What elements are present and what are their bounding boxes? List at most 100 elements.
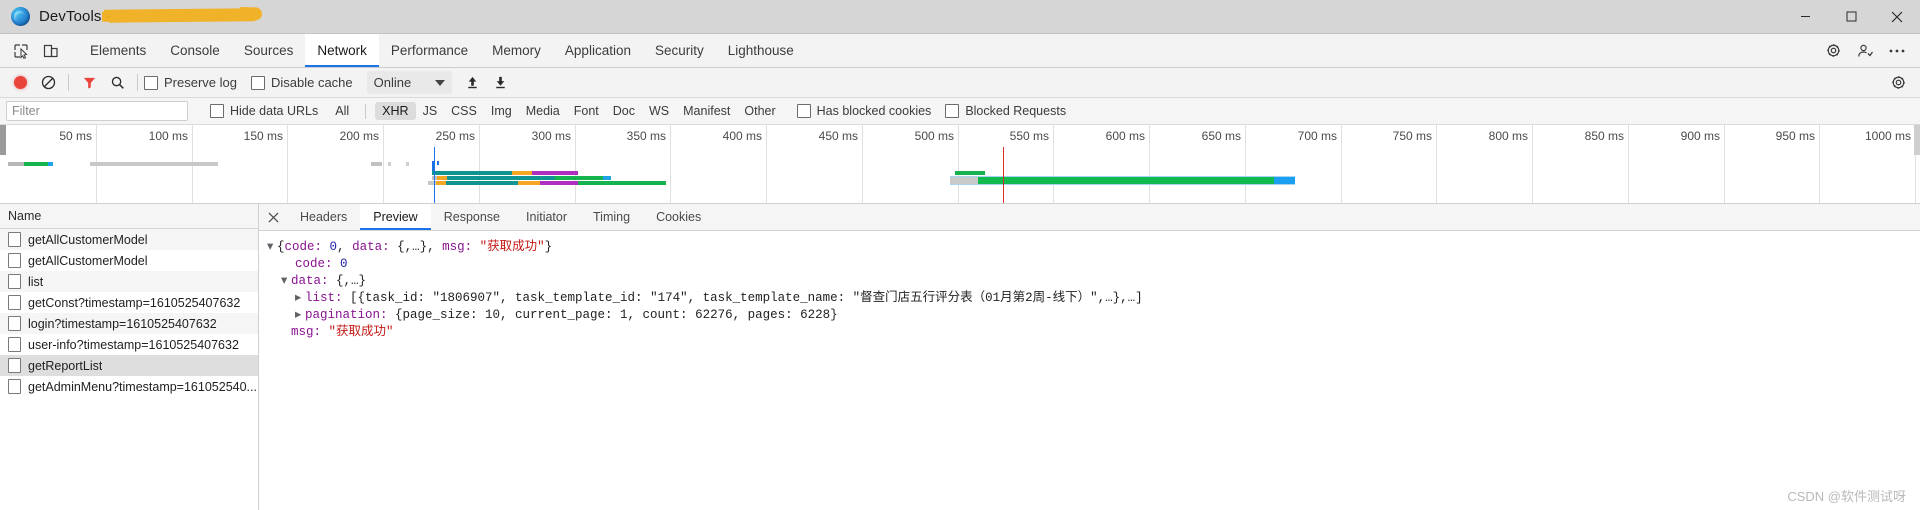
- request-name: getReportList: [28, 358, 103, 373]
- json-pagination-line[interactable]: pagination: {page_size: 10, current_page…: [267, 307, 1920, 324]
- filter-type-other[interactable]: Other: [737, 102, 782, 120]
- json-key: pagination:: [305, 308, 396, 322]
- json-root-line[interactable]: {code: 0, data: {,…}, msg: "获取成功"}: [267, 239, 1920, 256]
- tab-application[interactable]: Application: [553, 34, 643, 67]
- timeline-ruler: 50 ms 100 ms 150 ms 200 ms 250 ms 300 ms 350 m…: [0, 125, 1920, 203]
- hide-data-urls-checkbox[interactable]: Hide data URLs: [210, 104, 318, 118]
- overview-right-handle[interactable]: [1914, 125, 1920, 155]
- search-button[interactable]: [103, 69, 131, 97]
- record-button[interactable]: [6, 69, 34, 97]
- detail-tab-cookies[interactable]: Cookies: [643, 204, 714, 230]
- timeline-gridline: [1436, 125, 1437, 203]
- json-sep: ,: [337, 240, 353, 254]
- filter-type-js[interactable]: JS: [416, 102, 445, 120]
- request-row[interactable]: getConst?timestamp=1610525407632: [0, 292, 258, 313]
- filter-type-xhr[interactable]: XHR: [375, 102, 416, 120]
- detail-tab-preview[interactable]: Preview: [360, 204, 432, 230]
- import-har-button[interactable]: [458, 69, 486, 97]
- timeline-tick-label: 250 ms: [435, 129, 475, 143]
- tab-memory[interactable]: Memory: [480, 34, 553, 67]
- json-data-line[interactable]: data: {,…}: [267, 273, 1920, 290]
- filter-toggle-button[interactable]: [75, 69, 103, 97]
- document-icon: [8, 295, 21, 310]
- throttling-dropdown[interactable]: Online: [366, 71, 453, 94]
- request-name: login?timestamp=1610525407632: [28, 316, 217, 331]
- request-list-header[interactable]: Name: [0, 204, 258, 229]
- filter-type-css[interactable]: CSS: [444, 102, 484, 120]
- expand-arrow-icon[interactable]: [281, 273, 291, 290]
- tab-console[interactable]: Console: [158, 34, 232, 67]
- filter-type-ws[interactable]: WS: [642, 102, 676, 120]
- preserve-log-checkbox[interactable]: Preserve log: [144, 75, 237, 90]
- detail-tab-timing[interactable]: Timing: [580, 204, 643, 230]
- has-blocked-cookies-checkbox[interactable]: Has blocked cookies: [796, 104, 931, 118]
- timeline-gridline: [862, 125, 863, 203]
- blocked-requests-checkbox[interactable]: Blocked Requests: [945, 104, 1066, 118]
- clear-button[interactable]: [34, 69, 62, 97]
- request-row-selected[interactable]: getReportList: [0, 355, 258, 376]
- collapse-arrow-icon[interactable]: [295, 290, 305, 307]
- timeline-tick-label: 900 ms: [1680, 129, 1720, 143]
- timeline-gridline: [383, 125, 384, 203]
- filter-type-doc[interactable]: Doc: [606, 102, 642, 120]
- json-list-line[interactable]: list: [{task_id: "1806907", task_templat…: [267, 290, 1920, 307]
- expand-arrow-icon[interactable]: [267, 239, 277, 256]
- minimize-button[interactable]: [1782, 0, 1828, 33]
- disable-cache-checkbox[interactable]: Disable cache: [250, 75, 353, 90]
- filter-type-font[interactable]: Font: [567, 102, 606, 120]
- device-toolbar-icon[interactable]: [36, 34, 66, 67]
- tab-lighthouse[interactable]: Lighthouse: [716, 34, 806, 67]
- close-detail-icon[interactable]: [259, 204, 287, 230]
- request-row[interactable]: login?timestamp=1610525407632: [0, 313, 258, 334]
- overview-left-handle[interactable]: [0, 125, 6, 155]
- timeline-gridline: [1245, 125, 1246, 203]
- tab-performance[interactable]: Performance: [379, 34, 480, 67]
- json-key: code:: [284, 240, 330, 254]
- json-preview-tree[interactable]: {code: 0, data: {,…}, msg: "获取成功"} code:…: [259, 231, 1920, 510]
- filter-input[interactable]: Filter: [6, 101, 188, 121]
- network-overview[interactable]: 50 ms 100 ms 150 ms 200 ms 250 ms 300 ms 350 m…: [0, 125, 1920, 204]
- timeline-tick-label: 1000 ms: [1864, 129, 1911, 143]
- timeline-tick-label: 750 ms: [1392, 129, 1432, 143]
- more-options-icon[interactable]: [1882, 34, 1912, 67]
- json-value: {,…}: [397, 240, 428, 254]
- detail-tab-response[interactable]: Response: [431, 204, 513, 230]
- json-value: "获取成功": [328, 325, 394, 339]
- request-name: getAdminMenu?timestamp=161052540...: [28, 379, 257, 394]
- window-title: DevTools -: [39, 8, 111, 25]
- export-har-button[interactable]: [486, 69, 514, 97]
- network-content: Name getAllCustomerModel getAllCustomerM…: [0, 204, 1920, 510]
- tab-network[interactable]: Network: [305, 34, 379, 67]
- tab-sources[interactable]: Sources: [232, 34, 306, 67]
- tab-label: Performance: [390, 43, 469, 58]
- request-name: getAllCustomerModel: [28, 253, 148, 268]
- request-row[interactable]: list: [0, 271, 258, 292]
- request-row[interactable]: getAllCustomerModel: [0, 250, 258, 271]
- filter-type-manifest[interactable]: Manifest: [676, 102, 737, 120]
- watermark-text: CSDN @软件测试呀: [1787, 489, 1906, 504]
- request-row[interactable]: getAdminMenu?timestamp=161052540...: [0, 376, 258, 397]
- settings-gear-icon[interactable]: [1818, 34, 1848, 67]
- request-row[interactable]: getAllCustomerModel: [0, 229, 258, 250]
- close-button[interactable]: [1874, 0, 1920, 33]
- network-settings-gear-icon[interactable]: [1884, 69, 1912, 97]
- filter-type-all[interactable]: All: [328, 102, 356, 120]
- json-value: {,…}: [336, 274, 367, 288]
- document-icon: [8, 379, 21, 394]
- collapse-arrow-icon[interactable]: [295, 307, 305, 324]
- maximize-button[interactable]: [1828, 0, 1874, 33]
- tab-label: Memory: [492, 43, 541, 58]
- checkbox-box: [210, 104, 224, 118]
- inspect-element-icon[interactable]: [6, 34, 36, 67]
- json-value: {page_size: 10, current_page: 1, count: …: [395, 308, 838, 322]
- tab-elements[interactable]: Elements: [78, 34, 158, 67]
- filter-type-media[interactable]: Media: [519, 102, 567, 120]
- detail-tab-headers[interactable]: Headers: [287, 204, 360, 230]
- filter-type-img[interactable]: Img: [484, 102, 519, 120]
- timeline-tick-label: 650 ms: [1201, 129, 1241, 143]
- timeline-gridline: [1341, 125, 1342, 203]
- tab-security[interactable]: Security: [643, 34, 716, 67]
- user-account-icon[interactable]: [1850, 34, 1880, 67]
- request-row[interactable]: user-info?timestamp=1610525407632: [0, 334, 258, 355]
- detail-tab-initiator[interactable]: Initiator: [513, 204, 580, 230]
